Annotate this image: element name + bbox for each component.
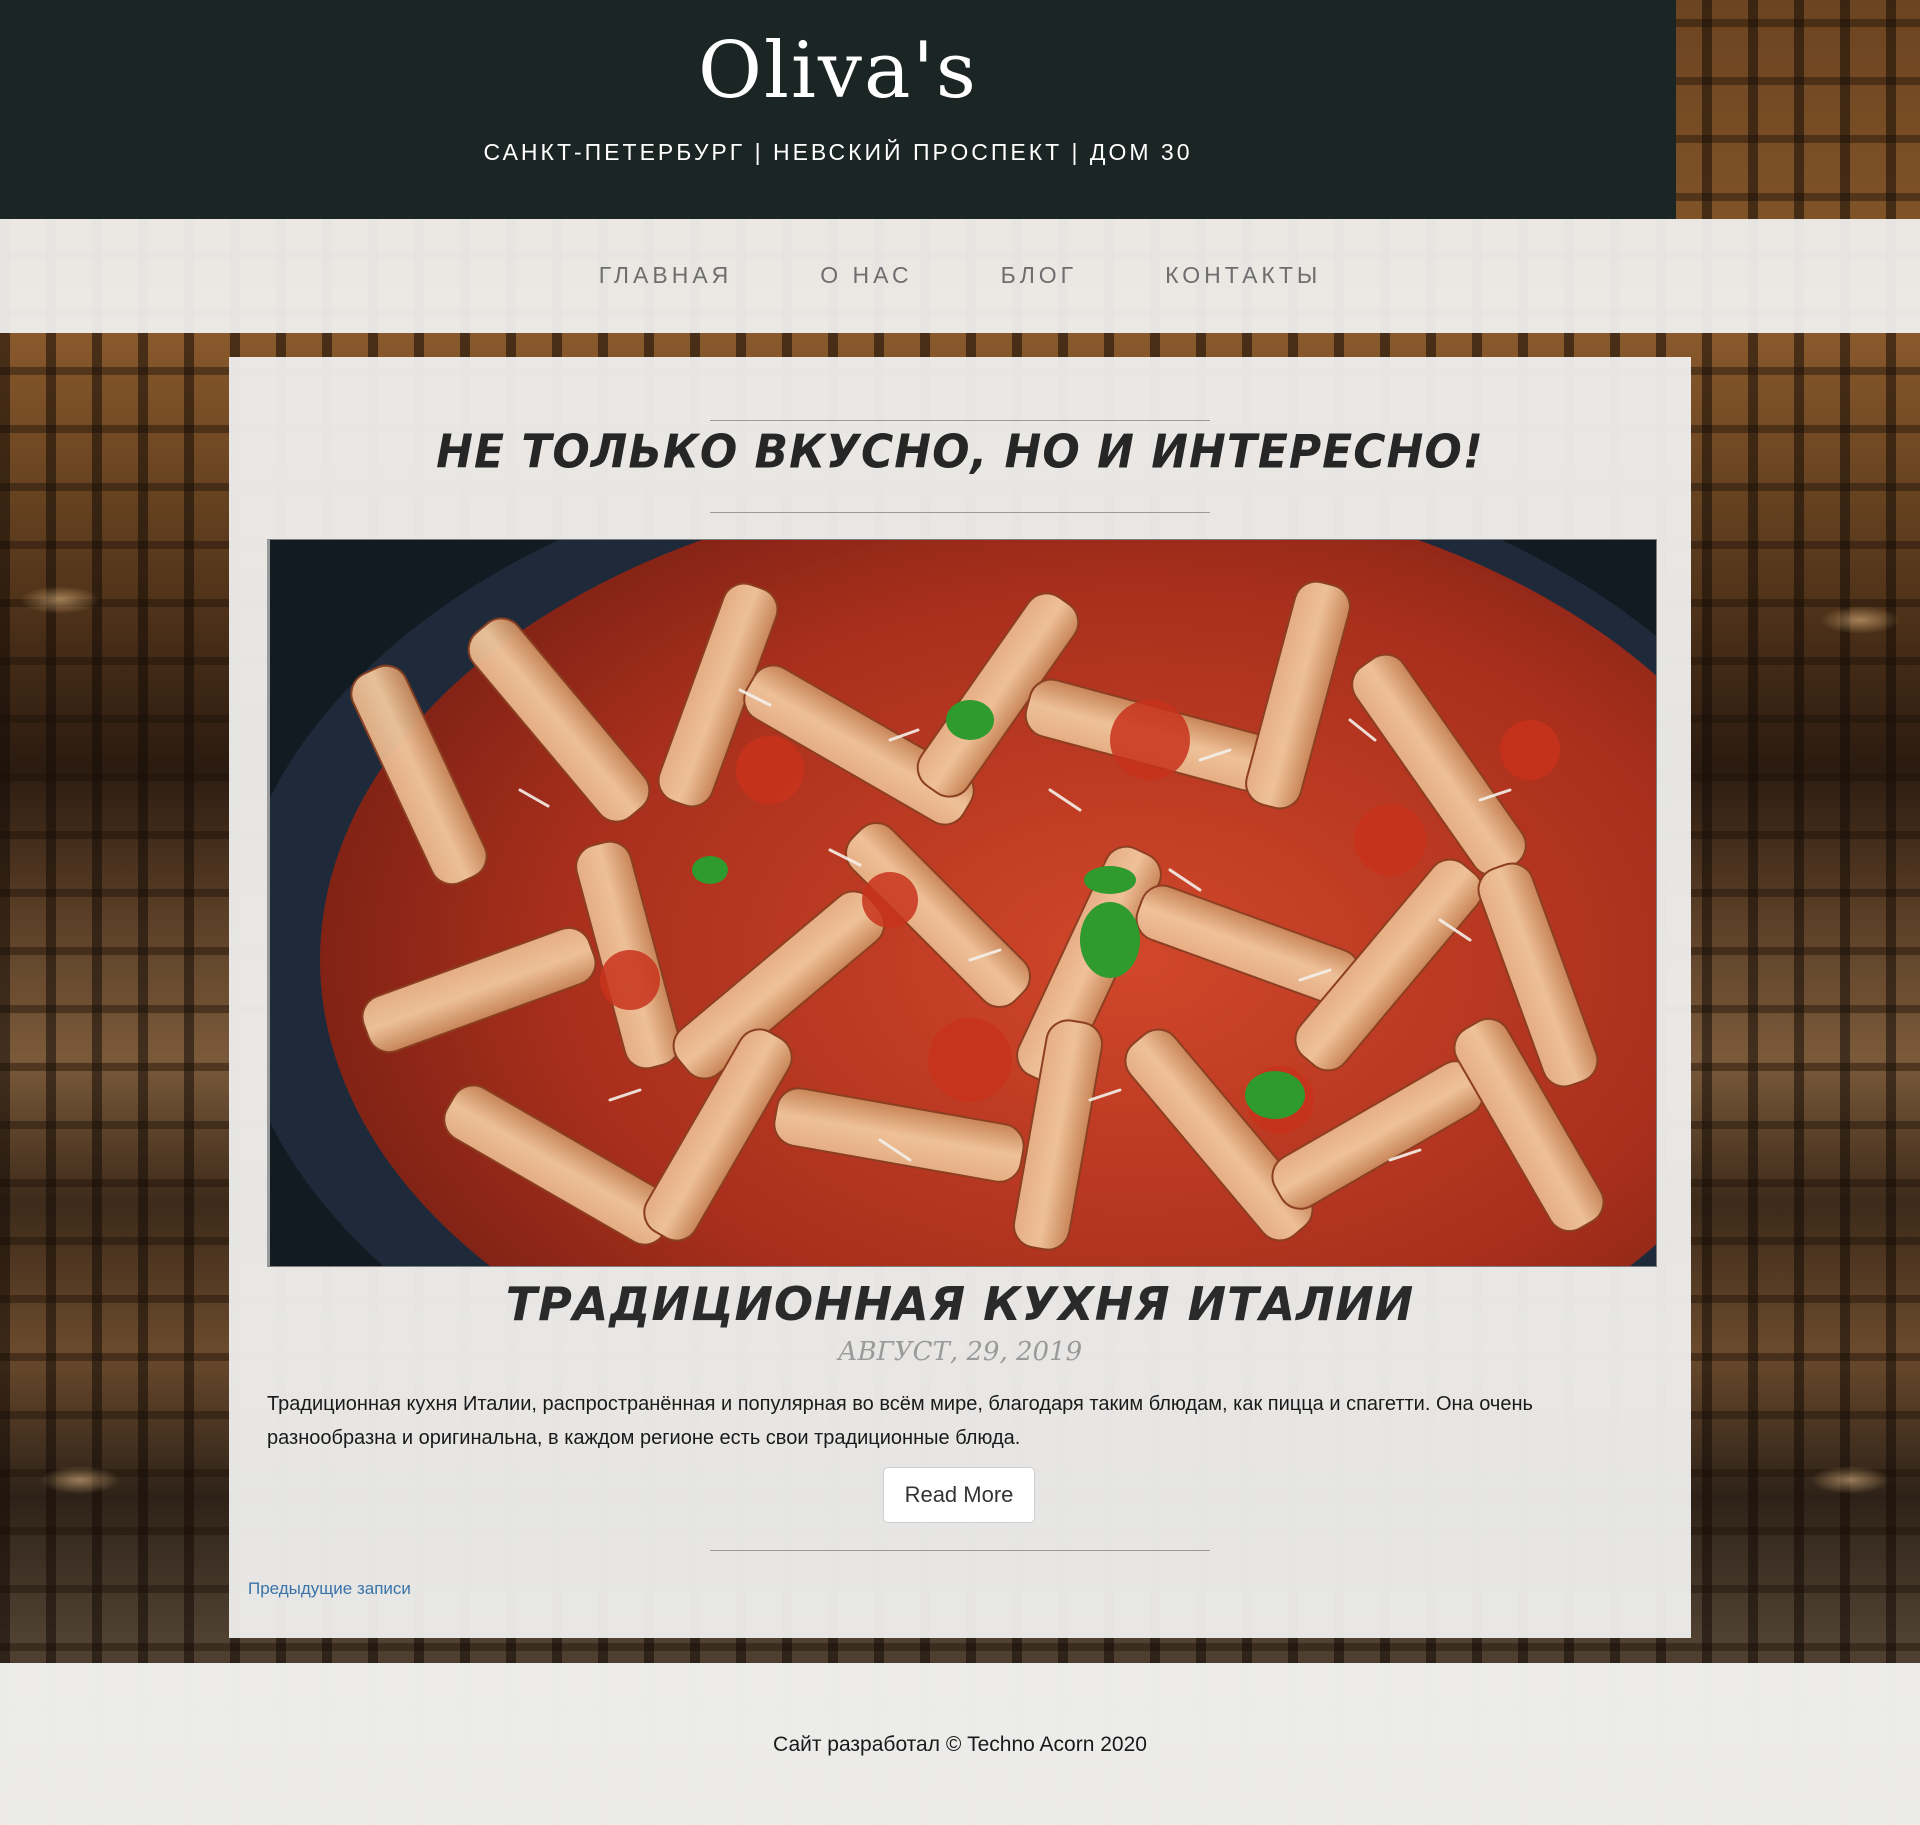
page-headline: НЕ ТОЛЬКО ВКУСНО, НО И ИНТЕРЕСНО! (436, 425, 1484, 480)
post-image[interactable] (267, 539, 1657, 1267)
main-navigation: ГЛАВНАЯ О НАС БЛОГ КОНТАКТЫ (0, 219, 1920, 333)
pasta-photo (270, 540, 1656, 1266)
divider-headline (710, 512, 1210, 513)
site-header: Oliva's САНКТ-ПЕТЕРБУРГ | НЕВСКИЙ ПРОСПЕ… (0, 0, 1676, 219)
footer-credits: Сайт разработал © Techno Acorn 2020 (773, 1733, 1147, 1756)
post-title[interactable]: ТРАДИЦИОННАЯ КУХНЯ ИТАЛИИ (229, 1277, 1691, 1331)
divider-top (710, 420, 1210, 421)
post-excerpt: Традиционная кухня Италии, распространён… (267, 1393, 1533, 1449)
previous-posts-link[interactable]: Предыдущие записи (248, 1579, 411, 1599)
post-date: АВГУСТ, 29, 2019 (837, 1337, 1083, 1367)
content-panel: НЕ ТОЛЬКО ВКУСНО, НО И ИНТЕРЕСНО! ТРАДИЦ… (229, 357, 1691, 1638)
site-logo[interactable]: Oliva's (0, 26, 1676, 116)
read-more-button[interactable]: Read More (883, 1467, 1035, 1523)
divider-post (710, 1550, 1210, 1551)
nav-item-about[interactable]: О НАС (776, 262, 956, 289)
nav-item-blog[interactable]: БЛОГ (957, 262, 1122, 289)
nav-item-home[interactable]: ГЛАВНАЯ (555, 262, 777, 289)
nav-list: ГЛАВНАЯ О НАС БЛОГ КОНТАКТЫ (0, 219, 1920, 289)
nav-item-contacts[interactable]: КОНТАКТЫ (1121, 262, 1365, 289)
site-address: САНКТ-ПЕТЕРБУРГ | НЕВСКИЙ ПРОСПЕКТ | ДОМ… (483, 139, 1193, 165)
site-footer: Сайт разработал © Techno Acorn 2020 (0, 1663, 1920, 1825)
